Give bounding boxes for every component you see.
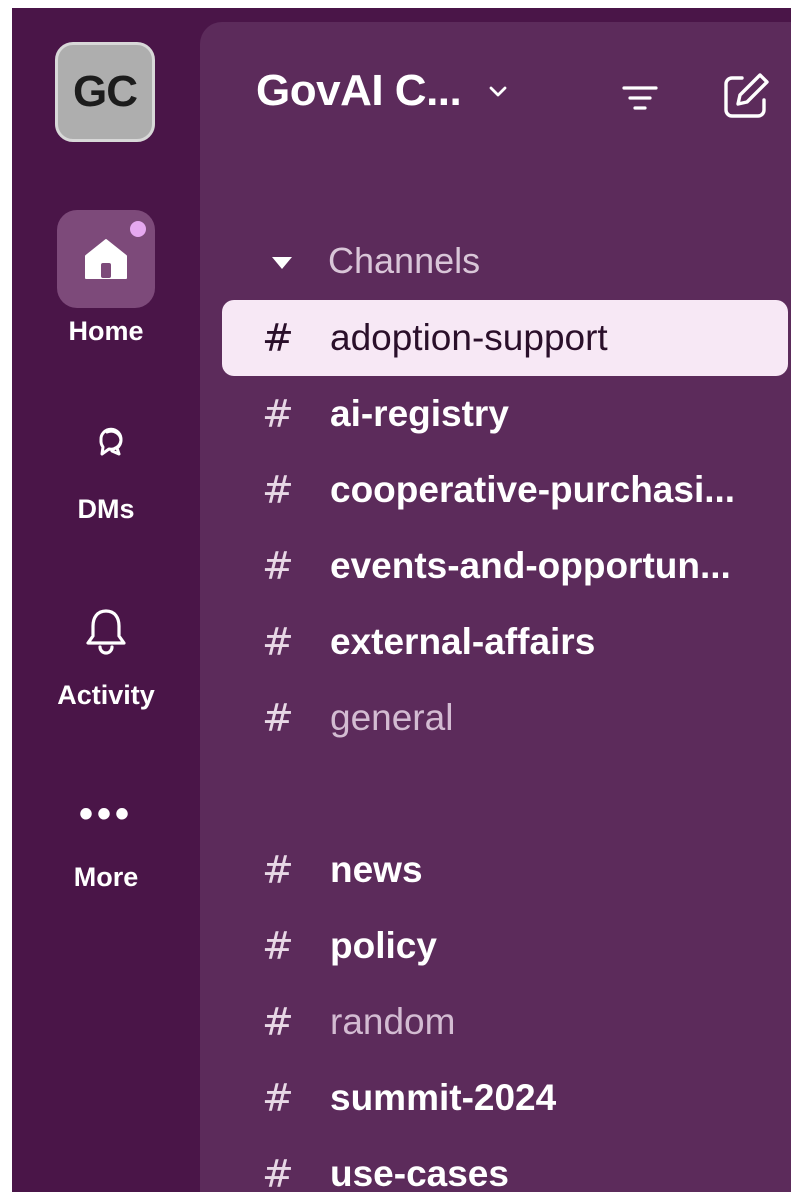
hash-icon: # (262, 392, 294, 436)
workspace-name[interactable]: GovAI C... (256, 66, 462, 116)
hash-icon: # (262, 1076, 294, 1120)
hash-icon: # (262, 696, 294, 740)
left-rail: GC Home DMs Activity ••• More (12, 8, 200, 1192)
channel-name: adoption-support (330, 317, 608, 358)
hash-icon: # (262, 848, 294, 892)
channel-name: events-and-opportun... (330, 545, 731, 586)
channel-item[interactable]: # summit-2024 (222, 1060, 788, 1136)
channel-name: use-cases (330, 1153, 509, 1192)
more-dots-icon: ••• (78, 792, 133, 836)
rail-item-home[interactable]: Home (12, 210, 200, 347)
channels-section-label: Channels (328, 240, 481, 281)
workspace-switcher[interactable]: GovAI C... (256, 66, 509, 116)
channel-item[interactable]: # external-affairs (222, 604, 788, 680)
dms-icon (99, 427, 123, 456)
channel-item[interactable]: # news (222, 832, 788, 908)
notification-dot (127, 218, 149, 240)
channel-item[interactable]: # policy (222, 908, 788, 984)
home-button[interactable] (57, 210, 155, 308)
hash-icon: # (262, 1000, 294, 1044)
filter-icon[interactable] (618, 76, 662, 120)
rail-item-more[interactable]: ••• More (12, 776, 200, 893)
channel-name: summit-2024 (330, 1077, 557, 1118)
hash-icon: # (262, 468, 294, 512)
more-button[interactable]: ••• (57, 776, 155, 852)
channel-name: news (330, 849, 423, 890)
hash-icon: # (262, 924, 294, 968)
channel-name: cooperative-purchasi... (330, 469, 736, 510)
activity-button[interactable] (57, 582, 155, 680)
caret-down-icon (272, 257, 292, 269)
bell-icon (86, 609, 126, 655)
channel-item[interactable]: # cooperative-purchasi... (222, 452, 788, 528)
app-frame: GC Home DMs Activity ••• More GovAI C...… (12, 8, 791, 1192)
channel-name: general (330, 697, 454, 738)
channel-name: policy (330, 925, 437, 966)
chevron-down-icon[interactable] (487, 80, 509, 102)
rail-label-dms: DMs (77, 494, 135, 524)
compose-icon[interactable] (720, 70, 772, 122)
rail-item-dms[interactable]: DMs (12, 396, 200, 525)
rail-item-activity[interactable]: Activity (12, 582, 200, 711)
channel-name: external-affairs (330, 621, 596, 662)
home-icon (85, 239, 127, 279)
rail-label-home: Home (68, 316, 144, 346)
channels-section-toggle[interactable]: Channels (272, 240, 480, 282)
hash-icon: # (262, 620, 294, 664)
channel-item[interactable]: # random (222, 984, 788, 1060)
channel-item[interactable]: # general (222, 680, 788, 756)
channel-item[interactable]: # use-cases (222, 1136, 788, 1192)
rail-label-more: More (73, 862, 139, 892)
channel-item[interactable]: # adoption-support (222, 300, 788, 376)
channel-name: random (330, 1001, 456, 1042)
hash-icon: # (262, 544, 294, 588)
channel-item[interactable]: # events-and-opportun... (222, 528, 788, 604)
channel-sidebar: GovAI C... Channels # adoption-support # ai… (200, 22, 791, 1192)
channel-name: ai-registry (330, 393, 509, 434)
hash-icon: # (262, 1152, 294, 1192)
dms-button[interactable] (57, 396, 155, 494)
rail-label-activity: Activity (57, 680, 155, 710)
channel-item[interactable]: # ai-registry (222, 376, 788, 452)
workspace-avatar[interactable]: GC (55, 42, 155, 142)
hash-icon: # (262, 316, 294, 360)
